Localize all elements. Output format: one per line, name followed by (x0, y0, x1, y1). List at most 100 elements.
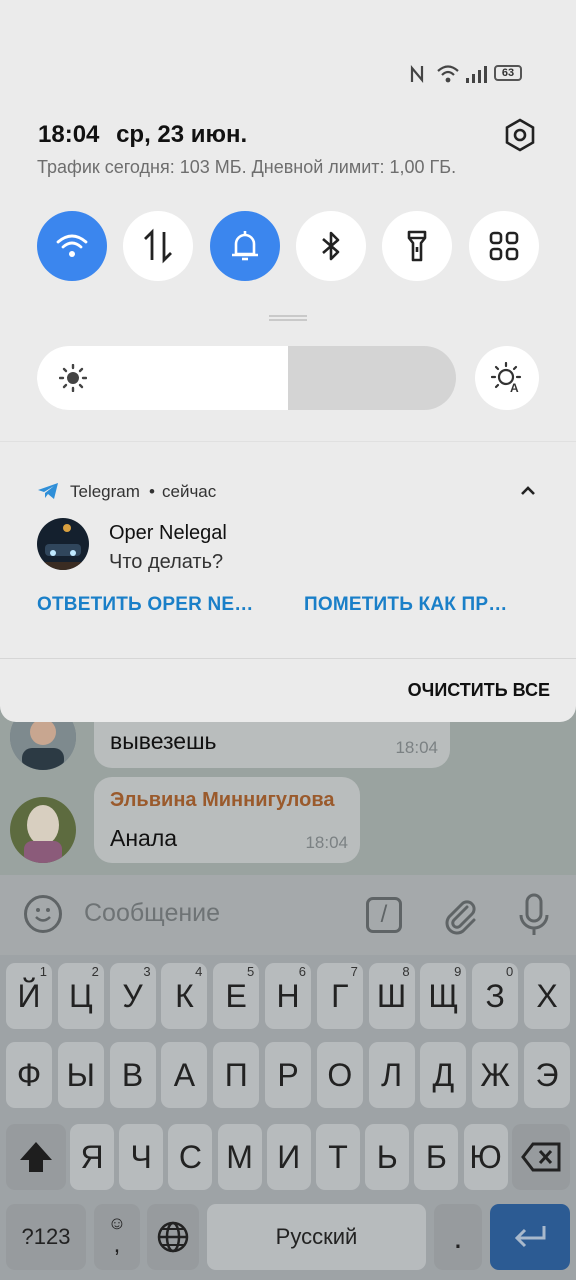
message-row: вывезешь 18:04 (0, 704, 576, 770)
key-Д[interactable]: Д (420, 1042, 467, 1108)
emoji-icon[interactable] (24, 895, 62, 933)
key-number-hint: 4 (195, 964, 203, 979)
flashlight-tile[interactable] (382, 211, 452, 281)
key-number-hint: 2 (91, 964, 99, 979)
message-text: вывезешь (110, 728, 217, 754)
language-key[interactable] (147, 1204, 199, 1270)
message-bubble[interactable]: вывезешь 18:04 (94, 718, 450, 768)
sun-icon (59, 364, 87, 392)
key-label: Ч (130, 1139, 152, 1175)
message-bubble[interactable]: Эльвина Миннигулова Анала 18:04 (94, 777, 360, 863)
key-Г[interactable]: Г7 (316, 963, 363, 1029)
key-label: Б (425, 1139, 447, 1175)
backspace-key[interactable] (512, 1124, 570, 1190)
message-text: Анала (110, 825, 178, 851)
battery-icon: 63 (494, 65, 522, 81)
key-Я[interactable]: Я (70, 1124, 114, 1190)
settings-icon[interactable] (502, 117, 538, 153)
key-Т[interactable]: Т (316, 1124, 360, 1190)
bluetooth-icon (322, 231, 340, 261)
auto-brightness-button[interactable]: A (475, 346, 539, 410)
bot-commands-button[interactable]: / (366, 897, 402, 933)
key-П[interactable]: П (213, 1042, 260, 1108)
sender-avatar[interactable] (10, 797, 76, 863)
symbols-key[interactable]: ?123 (6, 1204, 86, 1270)
period-key[interactable]: . (434, 1204, 482, 1270)
key-А[interactable]: А (161, 1042, 208, 1108)
key-number-hint: 1 (39, 964, 47, 979)
space-key[interactable]: Русский (207, 1204, 426, 1270)
key-В[interactable]: В (109, 1042, 156, 1108)
key-М[interactable]: М (217, 1124, 262, 1190)
key-Ч[interactable]: Ч (119, 1124, 164, 1190)
key-И[interactable]: И (266, 1124, 311, 1190)
key-Р[interactable]: Р (265, 1042, 311, 1108)
key-Ф[interactable]: Ф (6, 1042, 52, 1108)
key-Й[interactable]: Й1 (6, 963, 52, 1029)
message-input[interactable]: Сообщение (84, 899, 220, 928)
wifi-tile[interactable] (37, 211, 107, 281)
key-О[interactable]: О (316, 1042, 363, 1108)
comma-label: , (113, 1231, 121, 1258)
key-Ш[interactable]: Ш8 (368, 963, 415, 1029)
microphone-icon[interactable] (516, 893, 552, 937)
telegram-notification[interactable]: Telegram • сейчас Oper Nelegal Что делат… (0, 460, 576, 658)
key-label: Р (277, 1057, 299, 1093)
date: ср, 23 июн. (116, 121, 248, 148)
shift-key[interactable] (6, 1124, 66, 1190)
key-number-hint: 7 (350, 964, 358, 979)
mobile-data-tile[interactable] (123, 211, 193, 281)
key-Б[interactable]: Б (414, 1124, 459, 1190)
shift-arrow-icon (20, 1142, 52, 1172)
grid-icon (489, 231, 519, 261)
bell-icon (232, 231, 258, 261)
key-Ц[interactable]: Ц2 (57, 963, 104, 1029)
key-label: Ь (376, 1139, 398, 1175)
key-Ы[interactable]: Ы (57, 1042, 104, 1108)
drag-handle[interactable] (269, 315, 307, 321)
key-Л[interactable]: Л (368, 1042, 415, 1108)
key-Е[interactable]: Е5 (213, 963, 260, 1029)
clock-date[interactable]: 18:04 ср, 23 июн. (38, 121, 257, 149)
key-label: А (173, 1057, 196, 1093)
telegram-icon (38, 483, 58, 499)
key-Н[interactable]: Н6 (265, 963, 311, 1029)
sound-tile[interactable] (210, 211, 280, 281)
brightness-slider[interactable] (37, 346, 456, 410)
message-time: 18:04 (305, 833, 348, 852)
notification-title: Oper Nelegal (109, 522, 227, 544)
key-label: К (175, 978, 194, 1014)
notification-shade: 63 18:04 ср, 23 июн. Трафик сегодня: 103… (0, 0, 576, 722)
key-З[interactable]: З0 (472, 963, 519, 1029)
key-Ю[interactable]: Ю (463, 1124, 508, 1190)
more-tiles[interactable] (469, 211, 539, 281)
key-У[interactable]: У3 (109, 963, 156, 1029)
key-С[interactable]: С (168, 1124, 213, 1190)
key-Х[interactable]: Х (524, 963, 570, 1029)
clear-all-button[interactable]: ОЧИСТИТЬ ВСЕ (408, 680, 550, 701)
key-label: Д (432, 1057, 455, 1093)
enter-key[interactable] (490, 1204, 570, 1270)
notification-time: сейчас (162, 482, 217, 501)
key-number-hint: 9 (454, 964, 462, 979)
backspace-icon (521, 1142, 561, 1172)
key-Э[interactable]: Э (524, 1042, 570, 1108)
key-Ж[interactable]: Ж (472, 1042, 519, 1108)
bluetooth-tile[interactable] (296, 211, 366, 281)
key-label: Е (225, 978, 247, 1014)
key-Щ[interactable]: Щ9 (420, 963, 467, 1029)
message-sender: Эльвина Миннигулова (110, 789, 335, 811)
chevron-up-icon[interactable] (516, 482, 540, 500)
key-label: Ы (66, 1057, 95, 1093)
reply-action-button[interactable]: ОТВЕТИТЬ OPER NE… (37, 594, 254, 616)
notification-text: Что делать? (109, 551, 224, 573)
emoji-comma-key[interactable]: ☺ , (94, 1204, 140, 1270)
enter-arrow-icon (514, 1226, 546, 1248)
key-Ь[interactable]: Ь (365, 1124, 410, 1190)
key-label: У (122, 978, 143, 1014)
key-label: Х (536, 978, 558, 1014)
mark-read-action-button[interactable]: ПОМЕТИТЬ КАК ПР… (304, 594, 507, 616)
key-label: М (226, 1139, 253, 1175)
paperclip-icon[interactable] (440, 895, 480, 935)
key-К[interactable]: К4 (161, 963, 208, 1029)
